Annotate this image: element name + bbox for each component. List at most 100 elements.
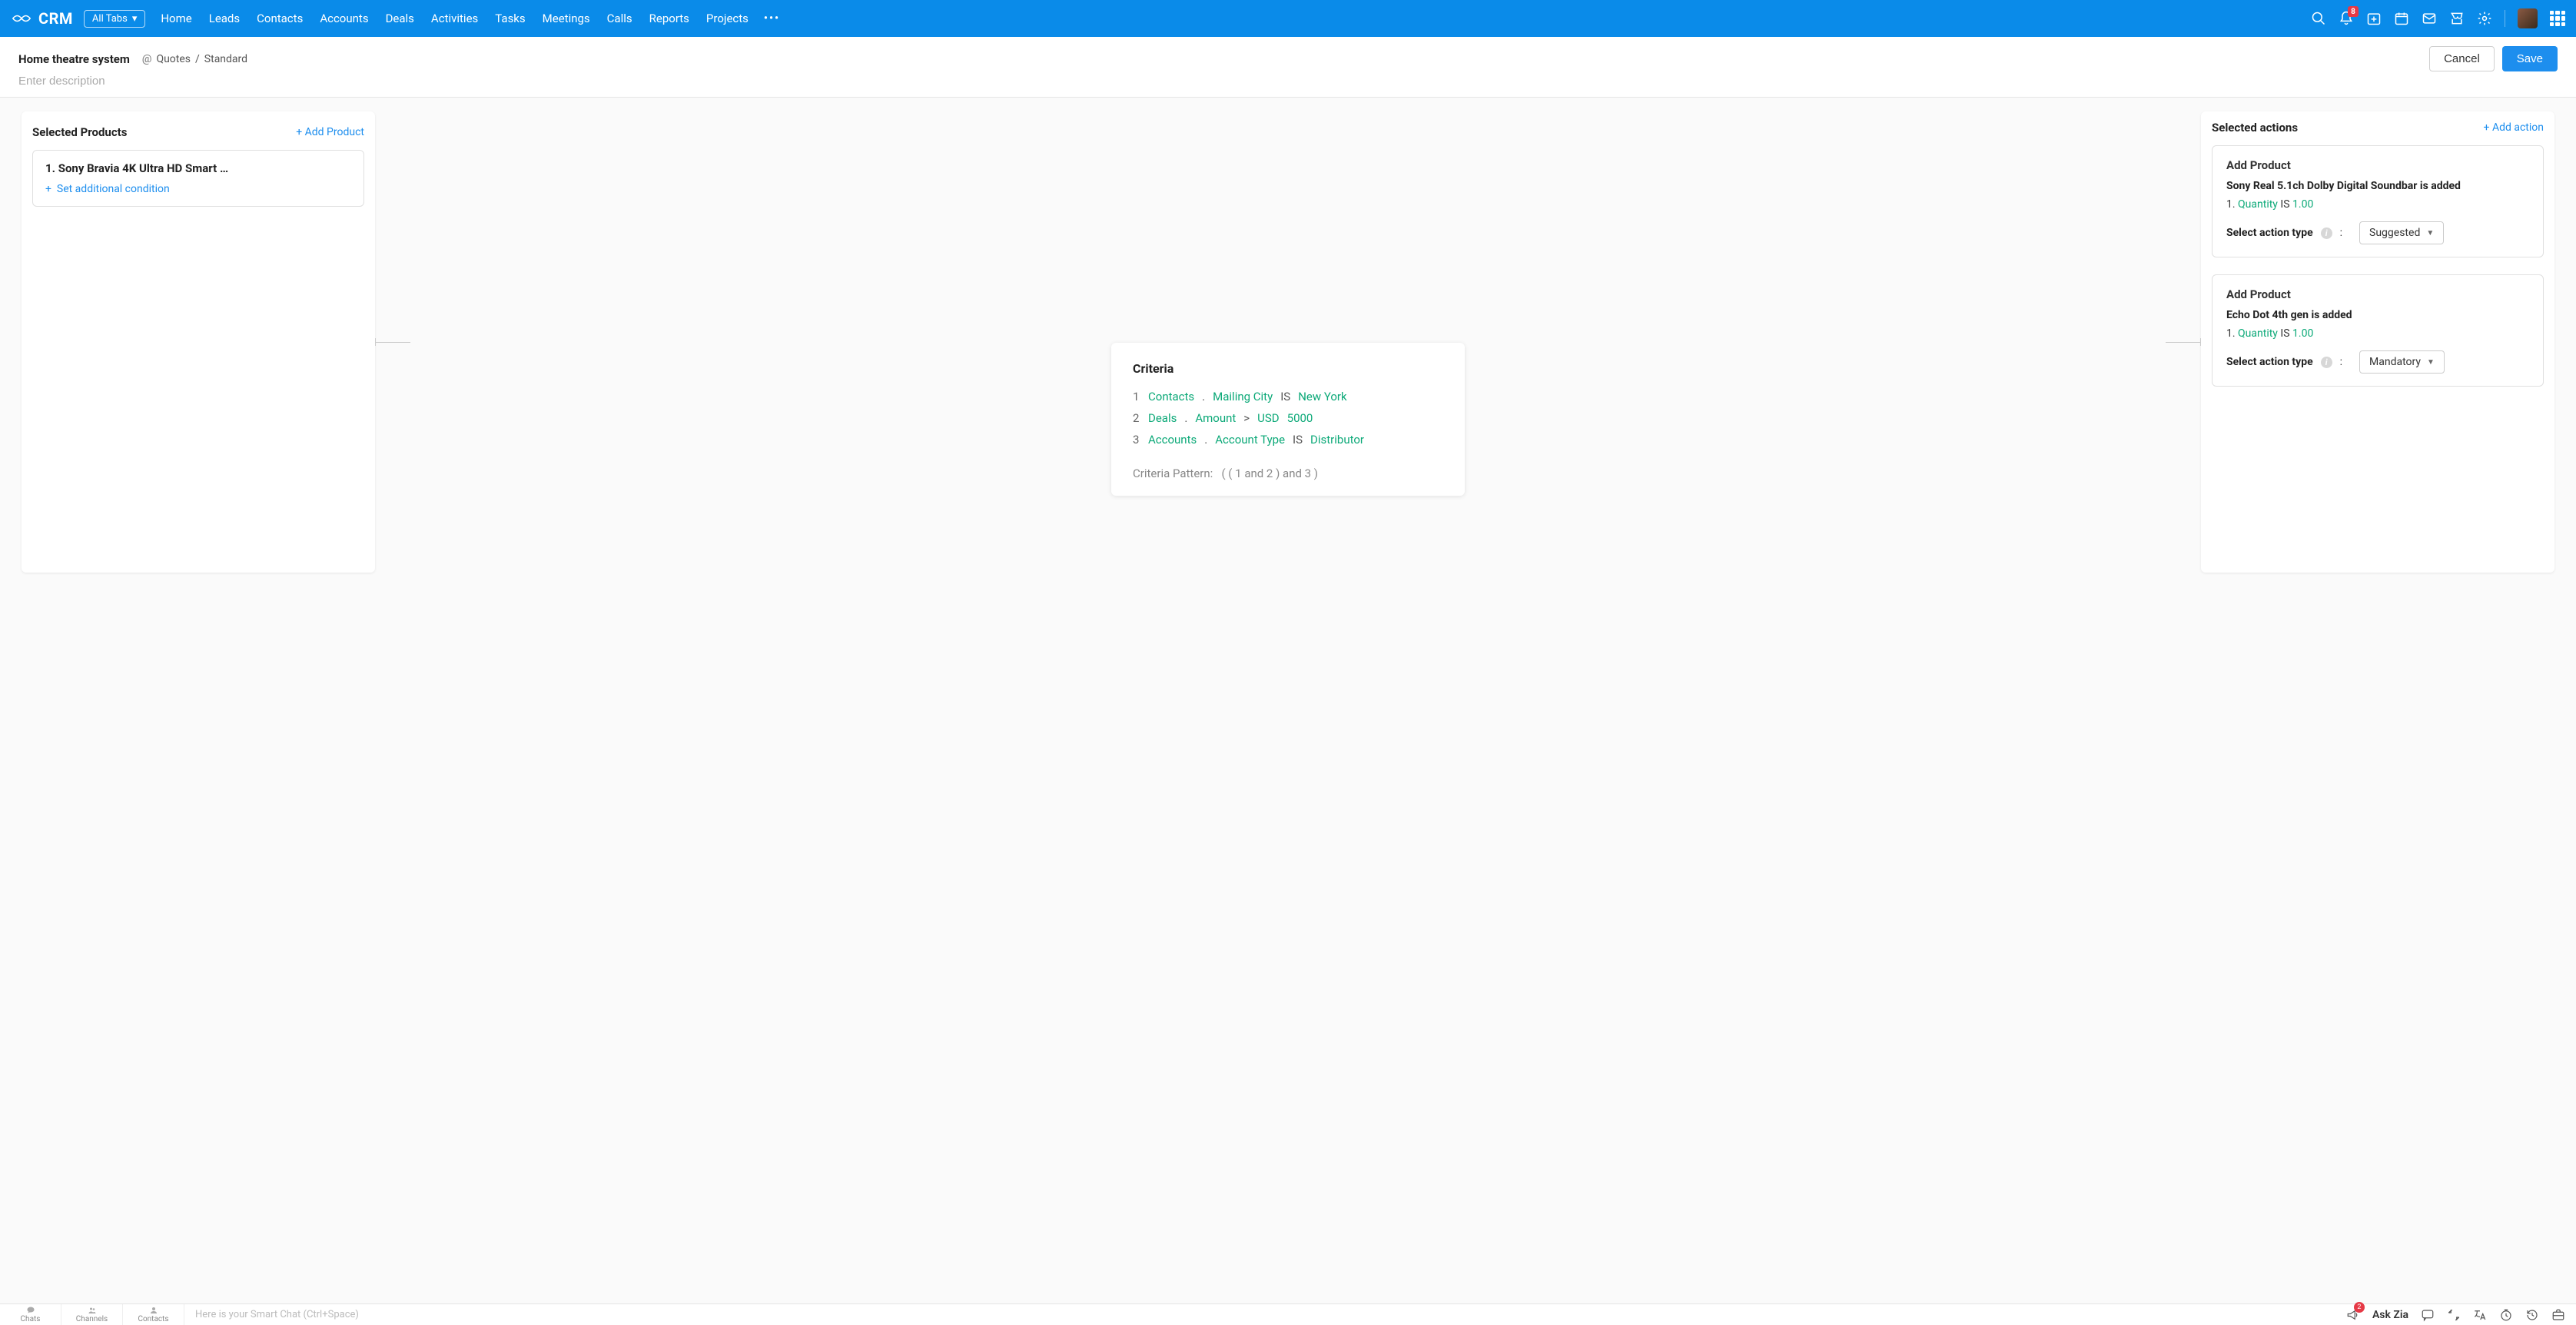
add-action-link[interactable]: + Add action bbox=[2484, 121, 2544, 134]
top-nav: CRM All Tabs ▾ Home Leads Contacts Accou… bbox=[0, 0, 2576, 37]
set-condition-link[interactable]: + Set additional condition bbox=[45, 183, 170, 195]
info-icon[interactable]: i bbox=[2321, 357, 2332, 368]
criteria-module-2[interactable]: Deals bbox=[1148, 411, 1177, 425]
logo-icon bbox=[11, 11, 32, 26]
selected-products-panel: Selected Products + Add Product 1. Sony … bbox=[22, 111, 375, 573]
nav-projects[interactable]: Projects bbox=[706, 12, 749, 25]
selected-actions-title: Selected actions bbox=[2212, 121, 2298, 134]
nav-reports[interactable]: Reports bbox=[649, 12, 689, 25]
description-input[interactable] bbox=[18, 75, 326, 88]
bottom-tabs: Chats Channels Contacts bbox=[0, 1304, 184, 1325]
action-line-2: 1. Quantity IS 1.00 bbox=[2226, 327, 2529, 340]
criteria-value-2[interactable]: 5000 bbox=[1287, 411, 1313, 425]
criteria-field-1[interactable]: Mailing City bbox=[1213, 390, 1273, 403]
gear-icon[interactable] bbox=[2477, 11, 2492, 26]
megaphone-icon[interactable]: 2 bbox=[2346, 1308, 2360, 1322]
connector-cap-right bbox=[2200, 338, 2201, 346]
search-icon[interactable] bbox=[2311, 11, 2326, 26]
calendar-icon[interactable] bbox=[2394, 11, 2409, 26]
megaphone-badge: 2 bbox=[2354, 1302, 2365, 1313]
crumb-sep: / bbox=[195, 53, 200, 65]
brand-text: CRM bbox=[38, 9, 73, 28]
crumb-module[interactable]: Quotes bbox=[156, 53, 191, 65]
criteria-row-2: 2 Deals . Amount > USD 5000 bbox=[1133, 411, 1443, 425]
info-icon[interactable]: i bbox=[2321, 227, 2332, 239]
criteria-value-1[interactable]: New York bbox=[1298, 390, 1346, 403]
criteria-row-3: 3 Accounts . Account Type IS Distributor bbox=[1133, 433, 1443, 447]
criteria-module-1[interactable]: Contacts bbox=[1148, 390, 1194, 403]
mail-icon[interactable] bbox=[2422, 11, 2437, 26]
logo[interactable]: CRM bbox=[11, 9, 73, 28]
nav-links: Home Leads Contacts Accounts Deals Activ… bbox=[161, 12, 749, 25]
criteria-field-2[interactable]: Amount bbox=[1195, 411, 1236, 425]
action-card-1[interactable]: Add Product Sony Real 5.1ch Dolby Digita… bbox=[2212, 145, 2544, 257]
nav-home[interactable]: Home bbox=[161, 12, 191, 25]
action-card-2[interactable]: Add Product Echo Dot 4th gen is added 1.… bbox=[2212, 274, 2544, 387]
criteria-card[interactable]: Criteria 1 Contacts . Mailing City IS Ne… bbox=[1111, 343, 1465, 496]
header-actions: Cancel Save bbox=[2429, 46, 2558, 71]
nav-calls[interactable]: Calls bbox=[607, 12, 632, 25]
shortcut-icon[interactable] bbox=[2447, 1308, 2461, 1322]
connector-line-right bbox=[2166, 342, 2201, 343]
chevron-down-icon: ▼ bbox=[2427, 358, 2435, 367]
avatar[interactable] bbox=[2518, 8, 2538, 28]
save-button[interactable]: Save bbox=[2502, 46, 2558, 71]
channels-tab[interactable]: Channels bbox=[61, 1304, 123, 1325]
nav-more-icon[interactable]: ••• bbox=[764, 12, 780, 25]
cancel-button[interactable]: Cancel bbox=[2429, 46, 2495, 71]
briefcase-icon[interactable] bbox=[2551, 1308, 2565, 1322]
page-title: Home theatre system bbox=[18, 52, 130, 66]
connector-area: Criteria 1 Contacts . Mailing City IS Ne… bbox=[375, 111, 2201, 573]
clock-icon[interactable] bbox=[2499, 1308, 2513, 1322]
sub-header: Home theatre system @ Quotes / Standard … bbox=[0, 37, 2576, 75]
selected-products-title: Selected Products bbox=[32, 125, 127, 139]
action-desc-2: Echo Dot 4th gen is added bbox=[2226, 309, 2529, 321]
nav-meetings[interactable]: Meetings bbox=[543, 12, 590, 25]
chevron-down-icon: ▼ bbox=[2426, 229, 2434, 237]
criteria-field-3[interactable]: Account Type bbox=[1215, 433, 1285, 447]
chat-bubble-icon[interactable] bbox=[2421, 1308, 2435, 1322]
action-type-row-2: Select action type i : Mandatory ▼ bbox=[2226, 350, 2529, 374]
chats-tab[interactable]: Chats bbox=[0, 1304, 61, 1325]
notification-badge: 8 bbox=[2348, 6, 2359, 17]
action-type-dropdown-2[interactable]: Mandatory ▼ bbox=[2359, 350, 2445, 374]
criteria-module-3[interactable]: Accounts bbox=[1148, 433, 1197, 447]
product-card[interactable]: 1. Sony Bravia 4K Ultra HD Smart … + Set… bbox=[32, 150, 364, 207]
contacts-tab[interactable]: Contacts bbox=[123, 1304, 184, 1325]
nav-contacts[interactable]: Contacts bbox=[257, 12, 303, 25]
action-heading-2: Add Product bbox=[2226, 287, 2529, 301]
action-type-label-1: Select action type bbox=[2226, 227, 2313, 239]
nav-activities[interactable]: Activities bbox=[431, 12, 478, 25]
criteria-currency-2[interactable]: USD bbox=[1257, 411, 1279, 425]
crumb-layout[interactable]: Standard bbox=[204, 53, 247, 65]
breadcrumb: @ Quotes / Standard bbox=[142, 53, 247, 65]
criteria-value-3[interactable]: Distributor bbox=[1310, 433, 1364, 447]
bottom-bar: Chats Channels Contacts Here is your Sma… bbox=[0, 1303, 2576, 1325]
translate-icon[interactable] bbox=[2473, 1308, 2487, 1322]
nav-leads[interactable]: Leads bbox=[209, 12, 240, 25]
nav-utility-icons: 8 bbox=[2311, 8, 2565, 28]
action-type-dropdown-1[interactable]: Suggested ▼ bbox=[2359, 221, 2444, 244]
bell-icon[interactable]: 8 bbox=[2339, 11, 2354, 26]
nav-tasks[interactable]: Tasks bbox=[495, 12, 525, 25]
description-row bbox=[0, 75, 2576, 97]
add-product-link[interactable]: + Add Product bbox=[296, 126, 364, 138]
rule-canvas: Selected Products + Add Product 1. Sony … bbox=[0, 98, 2576, 1306]
ask-zia-button[interactable]: Ask Zia bbox=[2372, 1309, 2408, 1321]
bottom-right-icons: 2 Ask Zia bbox=[2346, 1308, 2576, 1322]
at-symbol: @ bbox=[142, 53, 152, 65]
nav-deals[interactable]: Deals bbox=[386, 12, 414, 25]
apps-grid-icon[interactable] bbox=[2550, 11, 2565, 26]
smart-chat-hint[interactable]: Here is your Smart Chat (Ctrl+Space) bbox=[184, 1309, 2346, 1320]
all-tabs-label: All Tabs bbox=[92, 13, 128, 25]
product-name: 1. Sony Bravia 4K Ultra HD Smart … bbox=[45, 161, 351, 175]
criteria-title: Criteria bbox=[1133, 361, 1443, 376]
store-icon[interactable] bbox=[2449, 11, 2465, 26]
nav-accounts[interactable]: Accounts bbox=[320, 12, 368, 25]
all-tabs-dropdown[interactable]: All Tabs ▾ bbox=[84, 10, 145, 28]
history-icon[interactable] bbox=[2525, 1308, 2539, 1322]
criteria-row-1: 1 Contacts . Mailing City IS New York bbox=[1133, 390, 1443, 403]
add-icon[interactable] bbox=[2366, 11, 2382, 26]
action-type-row-1: Select action type i : Suggested ▼ bbox=[2226, 221, 2529, 244]
selected-actions-panel: Selected actions + Add action Add Produc… bbox=[2201, 111, 2554, 573]
